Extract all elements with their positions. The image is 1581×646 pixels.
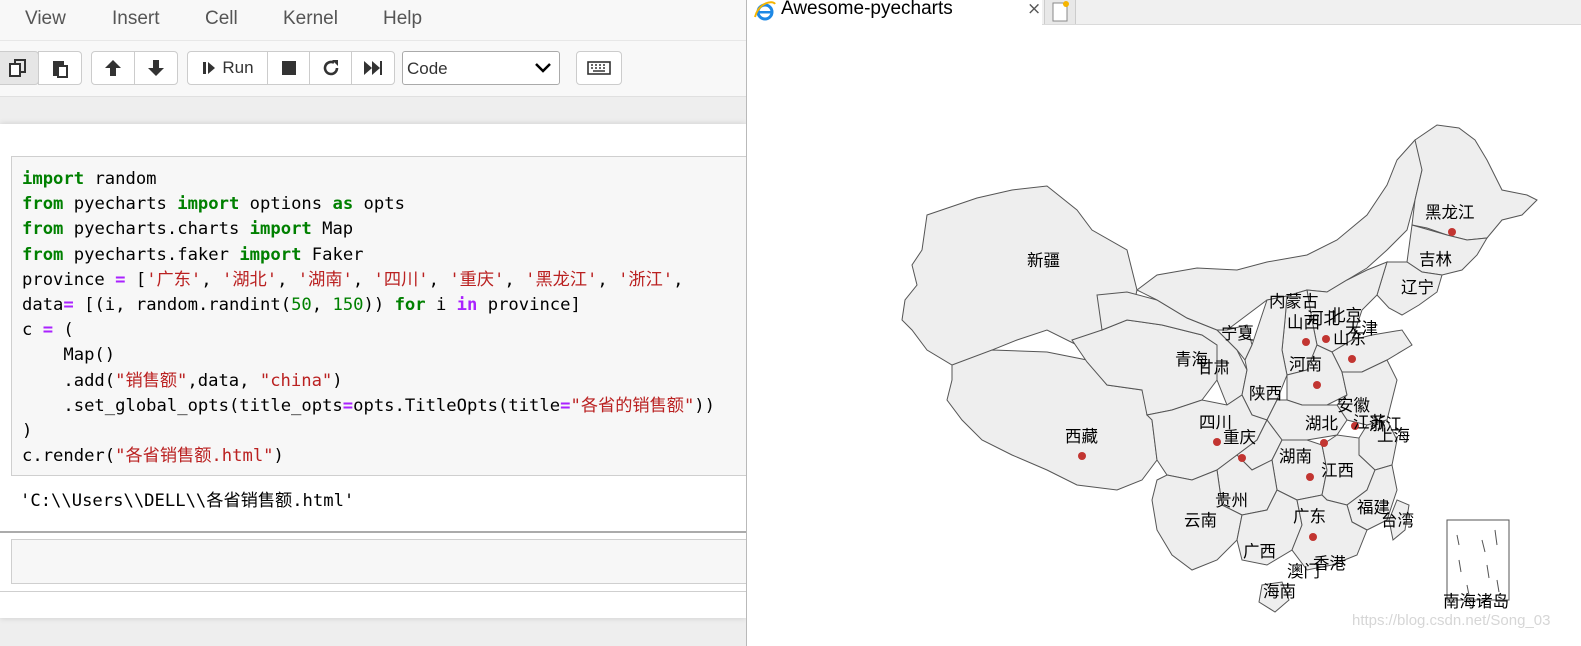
code-line: .add("销售额",data, "china") bbox=[22, 370, 343, 391]
arrow-up-icon bbox=[105, 60, 121, 76]
province-label: 吉林 bbox=[1419, 250, 1453, 269]
menu-kernel[interactable]: Kernel bbox=[283, 8, 338, 30]
sales-point[interactable] bbox=[1078, 452, 1086, 460]
command-palette-button[interactable] bbox=[576, 51, 622, 85]
keyboard-icon bbox=[587, 61, 611, 75]
province-label: 澳门 bbox=[1287, 562, 1320, 581]
province-label: 山东 bbox=[1333, 329, 1366, 348]
notebook-area: import random from pyecharts import opti… bbox=[0, 124, 746, 618]
province-label: 河北 bbox=[1307, 309, 1341, 328]
sales-point[interactable] bbox=[1320, 439, 1328, 447]
menu-insert[interactable]: Insert bbox=[112, 8, 160, 30]
sales-point[interactable] bbox=[1306, 473, 1314, 481]
sales-point[interactable] bbox=[1322, 335, 1330, 343]
province-label: 甘肃 bbox=[1197, 358, 1230, 377]
copy-icon bbox=[8, 59, 26, 77]
cell-type-select[interactable]: Code bbox=[402, 51, 560, 85]
code-line: Map() bbox=[22, 345, 116, 366]
sales-point[interactable] bbox=[1348, 355, 1356, 363]
province-label: 江西 bbox=[1321, 461, 1354, 480]
province-label: 广西 bbox=[1243, 542, 1276, 561]
sales-point[interactable] bbox=[1238, 454, 1246, 462]
province-label: 贵州 bbox=[1215, 491, 1248, 510]
cell-output: 'C:\\Users\\DELL\\各省销售额.html' bbox=[20, 491, 355, 511]
cell-divider bbox=[0, 591, 746, 592]
province-label: 河南 bbox=[1289, 355, 1322, 374]
province-label: 湖北 bbox=[1305, 414, 1339, 433]
code-editor[interactable]: import random from pyecharts import opti… bbox=[22, 167, 715, 469]
sales-point[interactable] bbox=[1448, 228, 1456, 236]
china-map: 黑龙江吉林辽宁新疆内蒙古北京天津山西河北山东宁夏青海甘肃 河南陕西安徽湖北 江苏浙江… bbox=[901, 124, 1538, 613]
menu-bar: View Insert Cell Kernel Help bbox=[0, 0, 746, 41]
code-line: .set_global_opts(title_opts=opts.TitleOp… bbox=[22, 395, 715, 416]
province-label: 新疆 bbox=[1027, 251, 1060, 270]
move-up-button[interactable] bbox=[91, 51, 135, 85]
code-line: data= [(i, random.randint(50, 150)) for … bbox=[22, 295, 581, 316]
copy-cell-button[interactable] bbox=[0, 51, 39, 85]
move-down-button[interactable] bbox=[134, 51, 178, 85]
jupyter-window: View Insert Cell Kernel Help Run Code im… bbox=[0, 0, 746, 646]
run-all-button[interactable] bbox=[351, 51, 395, 85]
refresh-icon bbox=[323, 60, 338, 76]
code-line: from pyecharts import options as opts bbox=[22, 194, 405, 215]
menu-view[interactable]: View bbox=[25, 8, 66, 30]
province-label: 湖南 bbox=[1279, 447, 1312, 466]
code-line: from pyecharts.charts import Map bbox=[22, 219, 354, 240]
province-label: 台湾 bbox=[1381, 511, 1414, 530]
province-label: 上海 bbox=[1377, 426, 1410, 445]
south-china-sea-inset bbox=[1446, 519, 1510, 601]
sales-point[interactable] bbox=[1313, 381, 1321, 389]
region-heilongjiang[interactable] bbox=[1411, 124, 1538, 241]
sales-point[interactable] bbox=[1302, 338, 1310, 346]
code-cell[interactable]: import random from pyecharts import opti… bbox=[11, 156, 746, 476]
province-label: 南海诸岛 bbox=[1443, 592, 1509, 611]
province-label: 宁夏 bbox=[1221, 324, 1254, 343]
province-label: 陕西 bbox=[1249, 384, 1282, 403]
paste-cell-button[interactable] bbox=[38, 51, 82, 85]
province-label: 西藏 bbox=[1065, 427, 1098, 446]
code-line: ) bbox=[22, 421, 33, 442]
chevron-down-icon bbox=[535, 63, 551, 73]
cell-type-value: Code bbox=[407, 59, 448, 78]
province-label: 海南 bbox=[1263, 582, 1296, 601]
code-line: province = ['广东', '湖北', '湖南', '四川', '重庆'… bbox=[22, 269, 684, 290]
code-line: from pyecharts.faker import Faker bbox=[22, 244, 364, 265]
stop-icon bbox=[281, 61, 296, 75]
restart-button[interactable] bbox=[309, 51, 352, 85]
watermark: https://blog.csdn.net/Song_03 bbox=[1352, 612, 1551, 629]
province-label: 广东 bbox=[1293, 507, 1326, 526]
menu-cell[interactable]: Cell bbox=[205, 8, 238, 30]
paste-icon bbox=[53, 61, 68, 78]
empty-code-cell[interactable] bbox=[11, 539, 746, 584]
run-label: Run bbox=[222, 58, 254, 77]
province-label: 黑龙江 bbox=[1425, 203, 1475, 222]
province-label: 云南 bbox=[1184, 511, 1217, 530]
step-forward-icon bbox=[203, 62, 216, 74]
cell-divider bbox=[0, 531, 746, 533]
code-line: import random bbox=[22, 169, 157, 189]
arrow-down-icon bbox=[148, 60, 164, 76]
sales-point[interactable] bbox=[1309, 533, 1317, 541]
sales-point[interactable] bbox=[1213, 438, 1221, 446]
province-label: 辽宁 bbox=[1401, 278, 1434, 297]
code-line: c.render("各省销售额.html") bbox=[22, 446, 284, 467]
run-button[interactable]: Run bbox=[187, 51, 268, 85]
fast-forward-icon bbox=[364, 61, 382, 75]
province-label: 重庆 bbox=[1223, 428, 1256, 447]
toolbar: Run Code bbox=[0, 41, 746, 97]
code-line: c = ( bbox=[22, 320, 74, 341]
interrupt-button[interactable] bbox=[267, 51, 310, 85]
browser-window: Awesome-pyecharts × 黑龙江 吉林 辽宁 新疆 内蒙古 北京 … bbox=[746, 0, 1581, 646]
menu-help[interactable]: Help bbox=[383, 8, 422, 30]
